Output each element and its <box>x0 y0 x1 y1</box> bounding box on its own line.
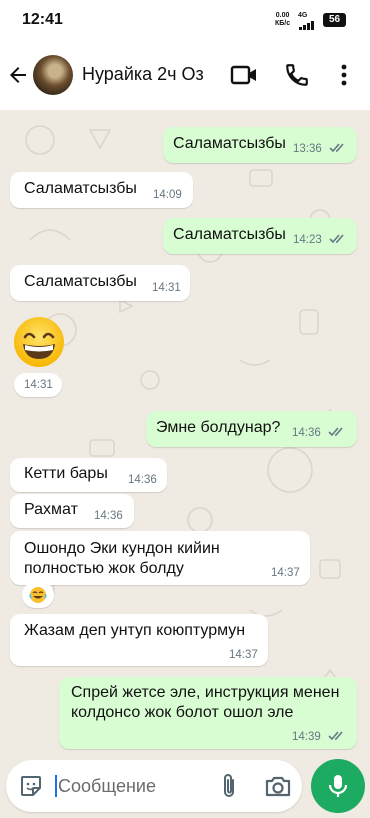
chat-header: Нурайка 2ч Оз <box>0 40 370 110</box>
message-time: 14:36 <box>292 427 321 439</box>
message-bubble-incoming[interactable]: Жазам деп унтуп коюптурмун 14:37 <box>10 614 268 666</box>
message-bubble-incoming[interactable]: Рахмат 14:36 <box>10 494 134 528</box>
message-time: 14:31 <box>24 379 53 391</box>
grinning-face-emoji[interactable] <box>12 315 66 369</box>
message-text: Рахмат <box>24 501 78 518</box>
text-cursor <box>55 775 57 797</box>
signal-icon <box>299 20 319 30</box>
camera-icon[interactable] <box>264 774 292 798</box>
message-bubble-outgoing[interactable]: Саламатсызбы 14:23 <box>163 218 357 254</box>
message-bubble-incoming[interactable]: Саламатсызбы 14:09 <box>10 172 193 208</box>
reaction-chip[interactable] <box>22 582 54 608</box>
battery-icon: 56 <box>323 13 346 27</box>
status-time: 12:41 <box>22 11 63 28</box>
message-text: Саламатсызбы <box>173 135 286 152</box>
phone-icon[interactable] <box>284 61 310 89</box>
avatar[interactable] <box>33 55 73 95</box>
message-text: Саламатсызбы <box>173 226 286 243</box>
video-call-icon[interactable] <box>230 62 258 88</box>
sticker-icon[interactable] <box>18 773 44 799</box>
message-text: Кетти бары <box>24 465 108 482</box>
message-bubble-incoming[interactable]: Кетти бары 14:36 <box>10 458 167 492</box>
message-composer <box>6 760 302 812</box>
more-vert-icon[interactable] <box>334 62 354 88</box>
contact-name[interactable]: Нурайка 2ч Оз <box>82 64 204 85</box>
message-text: Саламатсызбы <box>24 180 137 197</box>
status-bar: 12:41 0.00 КБ/с 4G 56 <box>0 0 370 40</box>
message-time-chip: 14:31 <box>14 373 62 397</box>
message-time: 14:37 <box>271 567 300 579</box>
network-speed: 0.00 КБ/с <box>275 12 291 27</box>
message-time: 14:37 <box>229 649 258 661</box>
message-time: 14:36 <box>128 474 157 486</box>
read-ticks-icon <box>328 427 343 437</box>
message-text: Спрей жетсе эле, инструкция менен колдон… <box>71 684 340 721</box>
message-input[interactable] <box>58 773 208 799</box>
message-bubble-incoming[interactable]: Ошондо Эки кундон кийин полностью жок бо… <box>10 531 310 585</box>
message-time: 14:23 <box>293 234 322 246</box>
read-ticks-icon <box>329 143 344 153</box>
message-time: 14:39 <box>292 731 321 743</box>
read-ticks-icon <box>328 731 343 741</box>
message-bubble-outgoing[interactable]: Спрей жетсе эле, инструкция менен колдон… <box>59 677 357 749</box>
message-text: Ошондо Эки кундон кийин полностью жок бо… <box>24 540 220 577</box>
message-text: Эмне болдунар? <box>156 419 281 436</box>
mic-button[interactable] <box>311 759 365 813</box>
message-text: Саламатсызбы <box>24 273 137 290</box>
message-bubble-incoming[interactable]: Саламатсызбы 14:31 <box>10 265 190 301</box>
mic-icon <box>328 775 348 797</box>
network-type: 4G <box>298 12 308 19</box>
attach-icon[interactable] <box>218 772 240 800</box>
message-text: Жазам деп унтуп коюптурмун <box>24 622 246 639</box>
back-arrow-icon[interactable] <box>6 63 30 87</box>
message-bubble-outgoing[interactable]: Саламатсызбы 13:36 <box>163 127 357 163</box>
read-ticks-icon <box>329 234 344 244</box>
message-time: 13:36 <box>293 143 322 155</box>
tears-of-joy-emoji <box>29 587 47 603</box>
message-bubble-outgoing[interactable]: Эмне болдунар? 14:36 <box>146 411 357 447</box>
message-time: 14:31 <box>152 282 181 294</box>
message-time: 14:36 <box>94 510 123 522</box>
message-time: 14:09 <box>153 189 182 201</box>
